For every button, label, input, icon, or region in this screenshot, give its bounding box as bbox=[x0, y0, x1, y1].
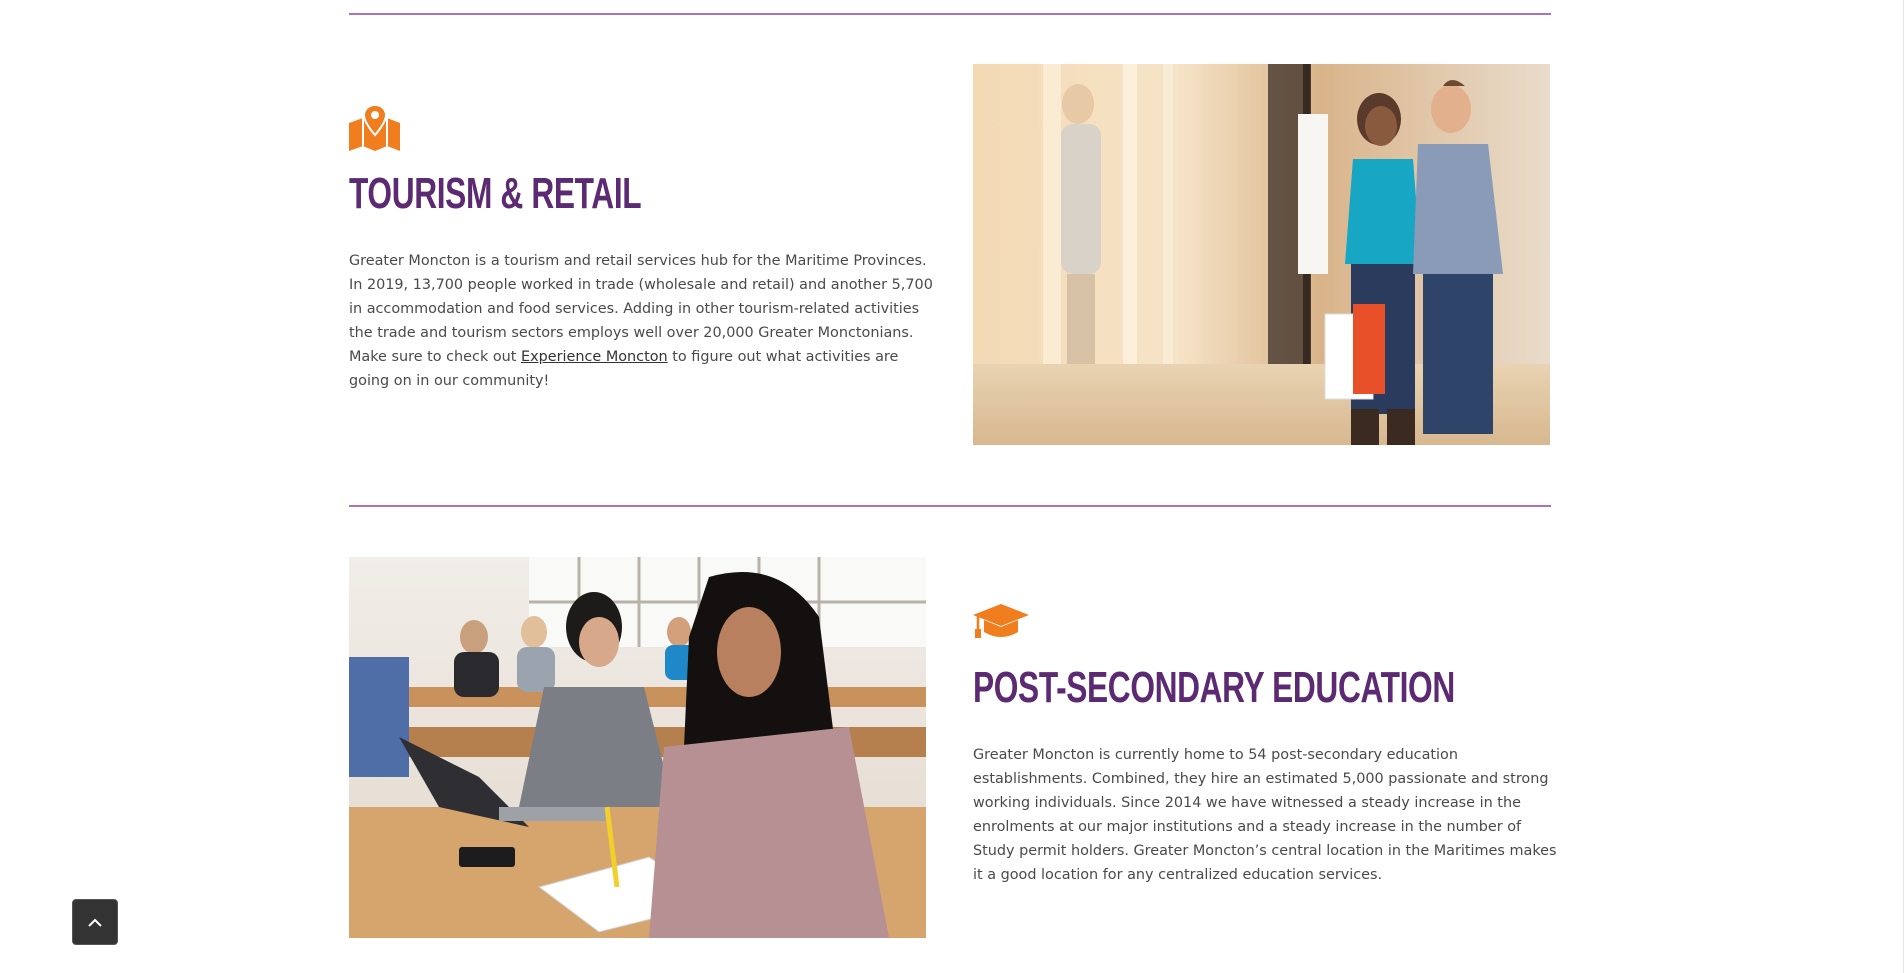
graduation-cap-icon bbox=[973, 604, 1029, 638]
tourism-paragraph: Greater Moncton is a tourism and retail … bbox=[349, 249, 934, 393]
map-pin-icon bbox=[349, 105, 400, 151]
experience-moncton-link[interactable]: Experience Moncton bbox=[521, 349, 668, 365]
scroll-to-top-button[interactable] bbox=[72, 899, 118, 945]
tourism-title: TOURISM & RETAIL bbox=[349, 169, 642, 218]
education-title: POST-SECONDARY EDUCATION bbox=[973, 663, 1455, 712]
section-divider-middle bbox=[349, 505, 1551, 507]
chevron-up-icon bbox=[88, 918, 102, 927]
section-divider-top bbox=[349, 13, 1551, 15]
education-paragraph: Greater Moncton is currently home to 54 … bbox=[973, 747, 1557, 883]
shopping-couple-photo bbox=[973, 64, 1550, 445]
classroom-students-photo bbox=[349, 557, 926, 938]
